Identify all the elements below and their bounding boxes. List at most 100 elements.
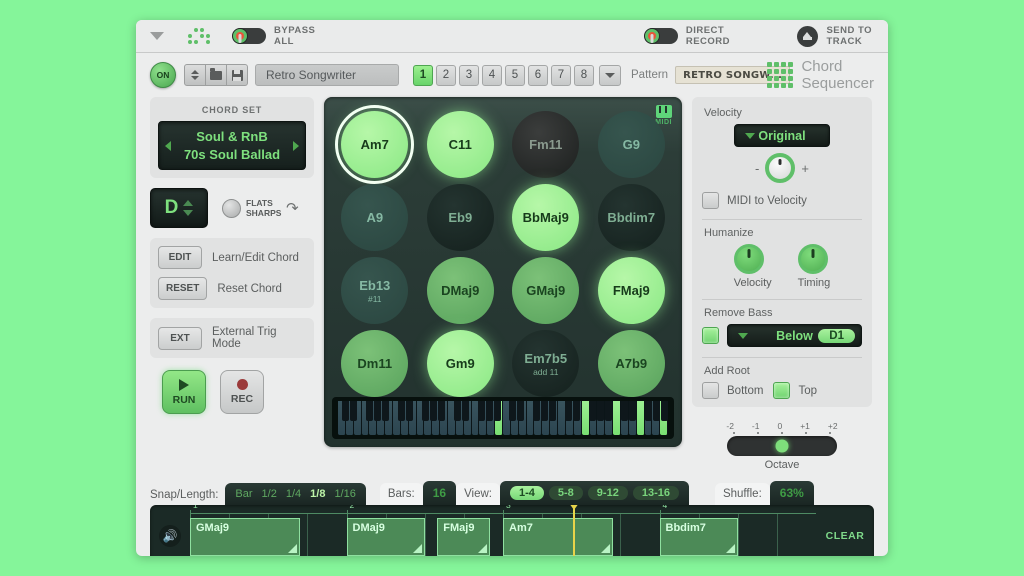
piano-black-key[interactable] bbox=[628, 401, 636, 421]
piano-black-key[interactable] bbox=[517, 401, 525, 421]
piano-black-key[interactable] bbox=[429, 401, 437, 421]
key-stepper[interactable] bbox=[183, 200, 194, 216]
piano-white-key[interactable] bbox=[636, 401, 645, 435]
preset-stepper-button[interactable] bbox=[184, 64, 206, 86]
chord-pad-13[interactable]: Dm11 bbox=[341, 330, 409, 397]
external-trig-row[interactable]: EXT External Trig Mode bbox=[158, 326, 306, 350]
preset-save-button[interactable] bbox=[226, 64, 248, 86]
chord-set-display[interactable]: Soul & RnB 70s Soul Ballad bbox=[158, 121, 306, 170]
direct-record-control[interactable]: DIRECT RECORD bbox=[643, 25, 730, 47]
piano-black-key[interactable] bbox=[565, 401, 573, 421]
piano-black-key[interactable] bbox=[652, 401, 660, 421]
run-button[interactable]: RUN bbox=[162, 370, 206, 414]
pattern-button-8[interactable]: 8 bbox=[574, 64, 594, 86]
piano-black-key[interactable] bbox=[453, 401, 461, 421]
velocity-mode-dropdown[interactable]: Original bbox=[734, 124, 830, 147]
chord-pad-16[interactable]: A7b9 bbox=[597, 330, 665, 397]
sequencer-timeline[interactable]: 🔊 1 2 3 4 GMaj9 DMaj9 FMaj9 Am7 Bbdim7 CLEAR bbox=[150, 505, 874, 556]
piano-black-key[interactable] bbox=[549, 401, 557, 421]
flats-sharps-control[interactable]: FLATS SHARPS ↶ bbox=[222, 198, 299, 218]
piano-white-key[interactable] bbox=[613, 401, 621, 435]
add-root-top-control[interactable]: Top bbox=[773, 382, 817, 399]
bypass-all-toggle[interactable] bbox=[232, 28, 266, 44]
preset-open-button[interactable] bbox=[205, 64, 227, 86]
remove-bass-note[interactable]: D1 bbox=[818, 328, 855, 343]
speaker-icon[interactable]: 🔊 bbox=[159, 525, 181, 547]
piano-black-key[interactable] bbox=[596, 401, 604, 421]
key-up-icon[interactable] bbox=[183, 200, 194, 206]
piano-black-key[interactable] bbox=[437, 401, 445, 421]
remove-bass-dropdown[interactable]: Below D1 bbox=[727, 324, 862, 347]
add-root-bottom-control[interactable]: Bottom bbox=[702, 382, 763, 399]
piano-black-key[interactable] bbox=[406, 401, 414, 421]
snap-option-half[interactable]: 1/2 bbox=[262, 488, 277, 500]
chord-pad-1[interactable]: Am7 bbox=[335, 105, 415, 184]
velocity-knob[interactable] bbox=[765, 153, 796, 183]
pattern-dropdown-button[interactable] bbox=[599, 64, 621, 86]
bars-value[interactable]: 16 bbox=[433, 486, 446, 500]
chord-pad-6[interactable]: Eb9 bbox=[426, 184, 494, 251]
piano-black-key[interactable] bbox=[366, 401, 374, 421]
view-pill-1-4[interactable]: 1-4 bbox=[509, 486, 544, 500]
shuffle-value-tab[interactable]: 63% bbox=[769, 481, 814, 505]
direct-record-toggle[interactable] bbox=[643, 28, 678, 44]
pattern-button-2[interactable]: 2 bbox=[436, 64, 456, 86]
sequencer-clip-2[interactable]: DMaj9 bbox=[346, 518, 425, 556]
upload-icon[interactable] bbox=[797, 25, 819, 47]
sequencer-clip-1[interactable]: GMaj9 bbox=[190, 518, 300, 556]
view-pill-13-16[interactable]: 13-16 bbox=[632, 486, 679, 500]
clear-button[interactable]: CLEAR bbox=[816, 530, 874, 542]
timeline-lanes[interactable]: 1 2 3 4 GMaj9 DMaj9 FMaj9 Am7 Bbdim7 bbox=[190, 505, 816, 556]
snap-option-bar[interactable]: Bar bbox=[235, 488, 252, 500]
piano-black-key[interactable] bbox=[350, 401, 358, 421]
key-down-icon[interactable] bbox=[183, 210, 194, 216]
power-on-button[interactable]: ON bbox=[150, 62, 176, 88]
chord-pad-7[interactable]: BbMaj9 bbox=[512, 184, 580, 251]
rec-button[interactable]: REC bbox=[220, 370, 264, 414]
humanize-velocity-control[interactable]: Velocity bbox=[733, 244, 772, 289]
pattern-button-1[interactable]: 1 bbox=[413, 64, 433, 86]
piano-keys[interactable] bbox=[338, 401, 669, 435]
chord-pad-8[interactable]: Bbdim7 bbox=[597, 184, 665, 251]
piano-black-key[interactable] bbox=[573, 401, 581, 421]
chord-pad-15[interactable]: Em7b5 add 11 bbox=[512, 330, 580, 397]
piano-black-key[interactable] bbox=[485, 401, 493, 421]
piano-black-key[interactable] bbox=[374, 401, 382, 421]
send-to-track-control[interactable]: SEND TO TRACK bbox=[797, 25, 872, 47]
piano-black-key[interactable] bbox=[493, 401, 501, 421]
snap-option-quarter[interactable]: 1/4 bbox=[286, 488, 301, 500]
sequencer-clip-5[interactable]: Bbdim7 bbox=[659, 518, 738, 556]
piano-black-key[interactable] bbox=[509, 401, 517, 421]
chord-pad-14[interactable]: Gm9 bbox=[426, 330, 494, 397]
pattern-button-4[interactable]: 4 bbox=[482, 64, 502, 86]
piano-black-key[interactable] bbox=[342, 401, 350, 421]
chord-pad-5[interactable]: A9 bbox=[341, 184, 409, 251]
shuffle-value[interactable]: 63% bbox=[780, 486, 804, 500]
octave-slider[interactable] bbox=[727, 436, 837, 456]
humanize-timing-control[interactable]: Timing bbox=[797, 244, 830, 289]
piano-black-key[interactable] bbox=[541, 401, 549, 421]
playhead[interactable] bbox=[569, 505, 580, 556]
key-selector[interactable]: D bbox=[150, 188, 208, 228]
humanize-timing-knob[interactable] bbox=[797, 244, 828, 274]
chord-set-next-icon[interactable] bbox=[293, 140, 299, 151]
pattern-button-5[interactable]: 5 bbox=[505, 64, 525, 86]
midi-to-velocity-checkbox[interactable] bbox=[702, 192, 719, 209]
piano-black-key[interactable] bbox=[461, 401, 469, 421]
monitor-toggle[interactable]: 🔊 bbox=[150, 525, 190, 547]
piano-black-key[interactable] bbox=[644, 401, 652, 421]
pattern-button-3[interactable]: 3 bbox=[459, 64, 479, 86]
preset-name-field[interactable]: Retro Songwriter bbox=[255, 64, 399, 86]
piano-black-key[interactable] bbox=[588, 401, 596, 421]
snap-option-eighth[interactable]: 1/8 bbox=[310, 488, 325, 500]
chord-pad-2[interactable]: C11 bbox=[426, 111, 494, 178]
add-root-top-checkbox[interactable] bbox=[773, 382, 791, 399]
edit-button[interactable]: EDIT bbox=[158, 246, 202, 269]
bars-value-tab[interactable]: 16 bbox=[422, 481, 457, 505]
view-pill-9-12[interactable]: 9-12 bbox=[587, 486, 628, 500]
piano-black-key[interactable] bbox=[533, 401, 541, 421]
chord-set-prev-icon[interactable] bbox=[165, 140, 171, 151]
chord-pad-3[interactable]: Fm11 bbox=[512, 111, 580, 178]
view-pill-5-8[interactable]: 5-8 bbox=[548, 486, 583, 500]
piano-black-key[interactable] bbox=[620, 401, 628, 421]
